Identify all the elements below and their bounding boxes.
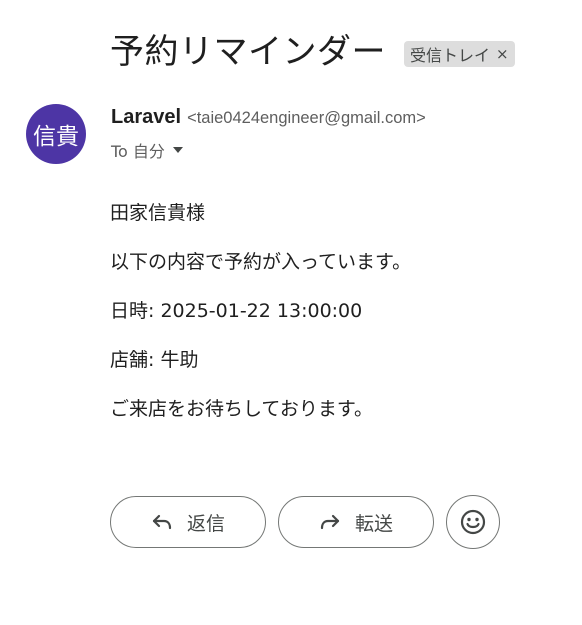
forward-arrow-icon	[320, 514, 340, 530]
body-closing: ご来店をお待ちしております。	[110, 398, 373, 420]
emoji-reaction-button[interactable]	[446, 495, 500, 549]
avatar-initials: 信貴	[33, 124, 79, 150]
caret-down-icon[interactable]	[172, 147, 183, 153]
body-intro: 以下の内容で予約が入っています。	[110, 251, 412, 273]
forward-button[interactable]: 転送	[278, 496, 434, 548]
email-view: 予約リマインダー 受信トレイ × 信貴 Laravel <taie0424eng…	[0, 0, 582, 625]
recipients-text: To 自分	[111, 142, 165, 161]
sender-name: Laravel	[111, 106, 182, 128]
sender-email: <taie0424engineer@gmail.com>	[187, 109, 426, 127]
body-store: 店舗: 牛助	[110, 349, 199, 371]
body-datetime: 日時: 2025-01-22 13:00:00	[110, 300, 363, 322]
label-chip-text: 受信トレイ	[410, 46, 491, 65]
body-greeting: 田家信貴様	[110, 202, 206, 224]
reply-arrow-icon	[152, 514, 172, 530]
reply-button[interactable]: 返信	[110, 496, 266, 548]
sender-row: Laravel <taie0424engineer@gmail.com>	[111, 106, 426, 129]
forward-label: 転送	[354, 512, 393, 535]
recipients-dropdown[interactable]: To 自分	[111, 138, 183, 162]
smiley-face-icon	[460, 509, 486, 535]
email-subject: 予約リマインダー	[110, 32, 386, 72]
reply-label: 返信	[186, 512, 225, 535]
avatar[interactable]: 信貴	[26, 104, 86, 164]
inbox-label-chip[interactable]: 受信トレイ ×	[404, 41, 515, 67]
subject-row: 予約リマインダー 受信トレイ ×	[110, 30, 515, 74]
remove-label-icon[interactable]: ×	[496, 45, 509, 63]
